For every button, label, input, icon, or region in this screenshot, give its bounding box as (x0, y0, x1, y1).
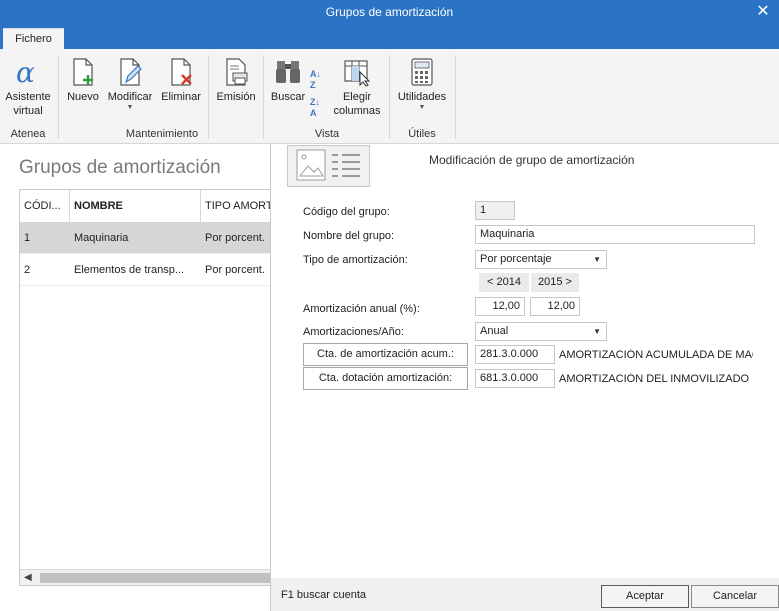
sort-icons[interactable]: A↓ Z Z↓ A (310, 69, 321, 119)
ribbon-tabstrip: Fichero (0, 25, 779, 50)
utilidades-label: Utilidades (397, 91, 447, 103)
sort-ascending-icon[interactable]: A↓ Z (310, 69, 321, 91)
tipo-select-value: Por porcentaje (480, 253, 552, 265)
window-title: Grupos de amortización (325, 5, 454, 19)
form-thumbnail (287, 145, 370, 187)
emision-button[interactable]: Emisión (212, 57, 260, 104)
horizontal-scrollbar[interactable]: ◀ (20, 569, 270, 585)
nuevo-label: Nuevo (67, 91, 99, 103)
ribbon-separator (263, 55, 264, 139)
title-bar: Grupos de amortización ✕ (0, 0, 779, 25)
cell-codigo: 1 (24, 232, 31, 244)
binoculars-icon (276, 61, 300, 83)
emision-label: Emisión (216, 91, 256, 103)
anual-2015-field[interactable]: 12,00 (530, 297, 580, 316)
codigo-label: Código del grupo: (303, 206, 390, 218)
columns-icon (344, 60, 371, 87)
group-label-mantenimiento: Mantenimiento (125, 128, 199, 140)
scrollbar-thumb[interactable] (40, 573, 270, 583)
anual-2014-field[interactable]: 12,00 (475, 297, 525, 316)
cta-acum-description: AMORTIZACIÓN ACUMULADA DE MAQ (559, 349, 753, 361)
nuevo-button[interactable]: Nuevo (64, 57, 102, 104)
group-label-vista: Vista (314, 128, 340, 140)
chevron-down-icon: ▼ (593, 255, 601, 264)
alpha-icon: α (16, 57, 35, 87)
buscar-label: Buscar (270, 91, 306, 103)
ribbon-separator (208, 55, 209, 139)
elegir-columnas-button[interactable]: Elegir columnas (330, 57, 384, 118)
chevron-down-icon: ▼ (593, 327, 601, 336)
column-header-codigo[interactable]: CÓDI... (20, 190, 70, 222)
column-header-nombre[interactable]: NOMBRE (70, 190, 201, 222)
utilidades-button[interactable]: Utilidades ▼ (394, 57, 450, 112)
tipo-label: Tipo de amortización: (303, 254, 408, 266)
list-title: Grupos de amortización (19, 157, 221, 178)
anual-label: Amortización anual (%): (303, 303, 420, 315)
image-placeholder-icon (296, 149, 360, 181)
scroll-left-icon[interactable]: ◀ (24, 570, 32, 585)
asistente-virtual-button[interactable]: α Asistente virtual (2, 57, 54, 118)
eliminar-button[interactable]: Eliminar (158, 57, 204, 104)
group-label-utiles: Útiles (408, 128, 436, 140)
tipo-select[interactable]: Por porcentaje ▼ (475, 250, 607, 269)
ribbon-separator (58, 55, 59, 139)
sort-descending-icon[interactable]: Z↓ A (310, 97, 321, 119)
edit-document-icon (120, 58, 142, 86)
cta-dotacion-description: AMORTIZACIÓN DEL INMOVILIZADO M (559, 373, 753, 385)
ribbon: α Asistente virtual Atenea Nuevo Modific… (0, 49, 779, 144)
print-icon (226, 58, 248, 86)
aceptar-button[interactable]: Aceptar (601, 585, 689, 608)
group-label-atenea: Atenea (10, 128, 46, 140)
cta-dotacion-field[interactable]: 681.3.0.000 (475, 369, 555, 388)
dropdown-arrow-icon: ▼ (418, 104, 426, 111)
cell-codigo: 2 (24, 264, 31, 276)
form-title: Modificación de grupo de amortización (429, 153, 635, 167)
new-document-icon (73, 58, 93, 86)
elegir-columnas-label: Elegir columnas (333, 91, 381, 117)
panel-footer: F1 buscar cuenta Aceptar Cancelar (270, 578, 779, 611)
year-next-button[interactable]: 2015 > (531, 273, 579, 292)
grid-header: CÓDI... NOMBRE TIPO AMORT (20, 190, 270, 223)
codigo-field[interactable]: 1 (475, 201, 515, 220)
f1-hint: F1 buscar cuenta (281, 589, 366, 601)
cell-tipo: Por porcent. (205, 232, 265, 244)
groups-grid: CÓDI... NOMBRE TIPO AMORT 1 Maquinaria P… (19, 189, 271, 586)
edit-panel: Modificación de grupo de amortización Có… (270, 144, 779, 611)
amort-ano-select-value: Anual (480, 325, 509, 337)
asistente-virtual-label: Asistente virtual (5, 91, 51, 117)
cancelar-button[interactable]: Cancelar (691, 585, 779, 608)
buscar-button[interactable]: Buscar (268, 57, 308, 104)
table-row[interactable]: 2 Elementos de transp... Por porcent. (20, 255, 270, 286)
tab-fichero[interactable]: Fichero (3, 28, 64, 50)
cta-dotacion-button[interactable]: Cta. dotación amortización: (303, 367, 468, 390)
cell-tipo: Por porcent. (205, 264, 265, 276)
column-header-tipo[interactable]: TIPO AMORT (201, 190, 270, 222)
modificar-label: Modificar (107, 91, 153, 103)
cell-nombre: Maquinaria (74, 232, 129, 244)
cta-acum-button[interactable]: Cta. de amortización acum.: (303, 343, 468, 366)
nombre-label: Nombre del grupo: (303, 230, 395, 242)
amort-ano-label: Amortizaciones/Año: (303, 326, 404, 338)
cell-nombre: Elementos de transp... (74, 264, 185, 276)
cta-acum-field[interactable]: 281.3.0.000 (475, 345, 555, 364)
table-row[interactable]: 1 Maquinaria Por porcent. (20, 223, 270, 254)
dropdown-arrow-icon: ▼ (126, 104, 134, 111)
amort-ano-select[interactable]: Anual ▼ (475, 322, 607, 341)
delete-document-icon (171, 58, 192, 86)
svg-text:α: α (16, 57, 35, 87)
year-prev-button[interactable]: < 2014 (479, 273, 529, 292)
ribbon-separator (389, 55, 390, 139)
nombre-field[interactable]: Maquinaria (475, 225, 755, 244)
eliminar-label: Eliminar (161, 91, 201, 103)
close-icon[interactable]: ✕ (755, 0, 771, 25)
calculator-icon (411, 58, 433, 86)
modificar-button[interactable]: Modificar ▼ (104, 57, 156, 112)
ribbon-separator (455, 55, 456, 139)
